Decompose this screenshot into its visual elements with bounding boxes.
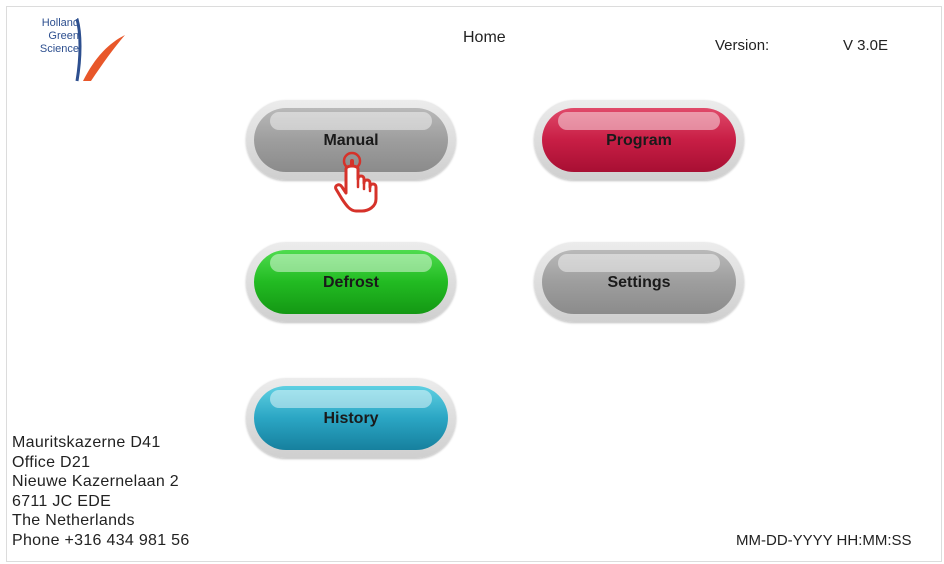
holland-green-science-logo: Holland Green Science — [17, 17, 127, 87]
home-screen: Holland Green Science Home Version: V 3.… — [6, 6, 942, 562]
phone-line: Phone +316 434 981 56 — [12, 531, 190, 549]
settings-button-label: Settings — [607, 274, 671, 291]
defrost-button-frame: Defrost — [246, 242, 456, 322]
defrost-button[interactable]: Defrost — [254, 250, 448, 314]
logo-swoosh-icon — [75, 18, 125, 82]
settings-button[interactable]: Settings — [542, 250, 736, 314]
hand-pointer-icon — [334, 151, 378, 213]
address-block: Mauritskazerne D41 Office D21 Nieuwe Kaz… — [12, 433, 190, 550]
history-button[interactable]: History — [254, 386, 448, 450]
program-button-frame: Program — [534, 100, 744, 180]
address-line: 6711 JC EDE — [12, 492, 112, 510]
program-button-label: Program — [606, 132, 672, 149]
address-line: Mauritskazerne D41 — [12, 434, 161, 451]
datetime-display: MM-DD-YYYY HH:MM:SS — [736, 532, 912, 549]
page-title: Home — [463, 29, 506, 46]
address-line: Nieuwe Kazernelaan 2 — [12, 473, 179, 490]
settings-button-frame: Settings — [534, 242, 744, 322]
history-button-label: History — [323, 410, 379, 427]
program-button[interactable]: Program — [542, 108, 736, 172]
version-value: V 3.0E — [843, 37, 889, 54]
version-label: Version: — [715, 37, 770, 54]
address-line: The Netherlands — [12, 512, 135, 529]
defrost-button-label: Defrost — [322, 274, 379, 291]
address-line: Office D21 — [12, 453, 91, 471]
history-button-frame: History — [246, 378, 456, 458]
